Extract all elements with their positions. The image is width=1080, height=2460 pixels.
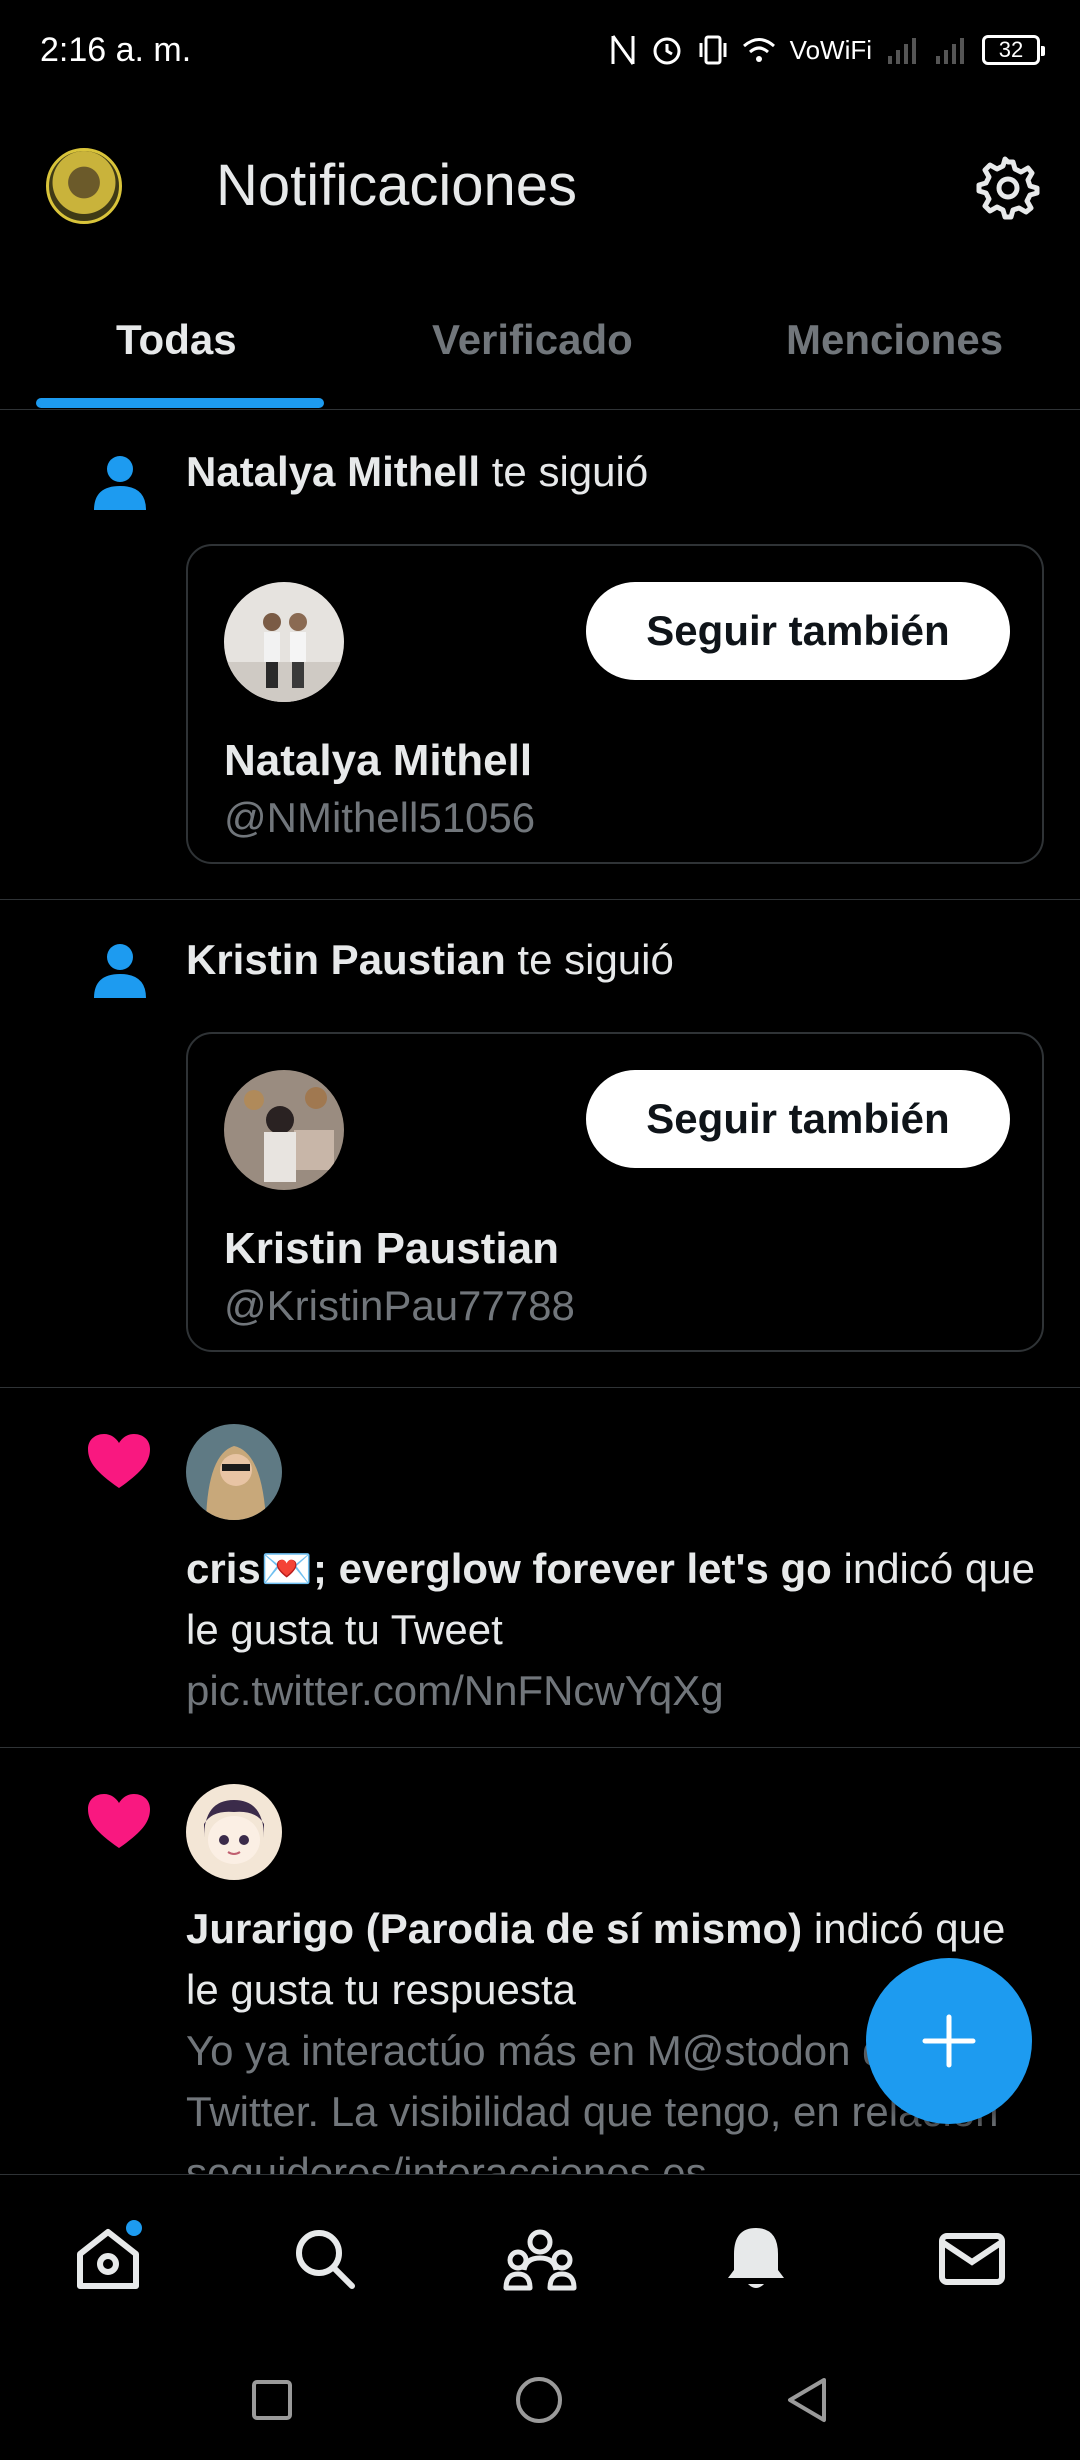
person-icon <box>92 942 148 1000</box>
tab-menciones[interactable]: Menciones <box>786 316 1003 364</box>
system-nav <box>0 2340 1080 2460</box>
compose-button[interactable] <box>866 1958 1032 2124</box>
notification-text: Natalya Mithell te siguió <box>186 448 648 496</box>
notification-item[interactable]: Kristin Paustian te siguió Seguir tambié… <box>0 900 1080 1388</box>
back-icon[interactable] <box>784 2375 830 2425</box>
user-name: Kristin Paustian <box>224 1224 559 1273</box>
notification-text: cris💌; everglow forever let's go indicó … <box>186 1538 1036 1721</box>
signal-icon <box>886 36 920 64</box>
nav-home[interactable] <box>58 2208 158 2308</box>
battery-icon: 32 <box>982 35 1045 65</box>
heart-icon <box>86 1792 152 1850</box>
unread-dot <box>126 2219 142 2236</box>
status-time: 2:16 a. m. <box>40 30 192 69</box>
home-circle-icon[interactable] <box>514 2375 564 2425</box>
user-handle: @NMithell51056 <box>224 794 536 841</box>
bell-icon <box>728 2227 784 2288</box>
nav-notifications[interactable] <box>706 2208 806 2308</box>
search-icon <box>296 2229 355 2289</box>
user-handle: @KristinPau77788 <box>224 1282 575 1329</box>
notification-text: Kristin Paustian te siguió <box>186 936 674 984</box>
notification-action: te siguió <box>505 936 674 983</box>
avatar[interactable] <box>224 1070 344 1190</box>
avatar[interactable] <box>186 1784 282 1880</box>
actor-name[interactable]: Natalya Mithell <box>186 448 480 495</box>
status-bar: 2:16 a. m. VoWiFi 32 <box>0 0 1080 100</box>
user-card[interactable]: Seguir también Natalya Mithell @NMithell… <box>186 544 1044 864</box>
active-tab-indicator <box>36 398 324 408</box>
tab-todas[interactable]: Todas <box>116 316 237 364</box>
notification-item[interactable]: cris💌; everglow forever let's go indicó … <box>0 1388 1080 1748</box>
notifications-screen: 2:16 a. m. VoWiFi 32 Notificaciones Toda… <box>0 0 1080 2460</box>
nav-search[interactable] <box>274 2208 374 2308</box>
user-name: Natalya Mithell <box>224 736 533 785</box>
network-label: VoWiFi <box>789 34 872 65</box>
follow-back-button[interactable]: Seguir también <box>586 1070 1010 1168</box>
signal-icon <box>934 36 968 64</box>
recent-apps-icon[interactable] <box>250 2378 294 2422</box>
heart-icon <box>86 1432 152 1490</box>
plus-icon <box>922 2014 976 2068</box>
actor-name[interactable]: Jurarigo (Parodia de sí mismo) <box>186 1905 802 1952</box>
tweet-preview[interactable]: pic.twitter.com/NnFNcwYqXg <box>186 1660 1036 1721</box>
notification-action: te siguió <box>480 448 649 495</box>
person-icon <box>92 454 148 512</box>
gear-icon[interactable] <box>970 150 1046 226</box>
follow-back-button[interactable]: Seguir también <box>586 582 1010 680</box>
actor-name[interactable]: Kristin Paustian <box>186 936 506 983</box>
communities-icon <box>503 2229 577 2290</box>
nfc-icon <box>610 34 636 66</box>
wifi-icon <box>742 36 776 64</box>
notification-item[interactable]: Natalya Mithell te siguió Seguir también… <box>0 412 1080 900</box>
app-header: Notificaciones <box>0 120 1080 250</box>
notifications-feed: Natalya Mithell te siguió Seguir también… <box>0 412 1080 2174</box>
notification-tabs: Todas Verificado Menciones <box>0 290 1080 410</box>
tab-verificado[interactable]: Verificado <box>432 316 633 364</box>
mail-icon <box>939 2232 1005 2285</box>
actor-name[interactable]: cris💌; everglow forever let's go <box>186 1545 832 1592</box>
nav-messages[interactable] <box>922 2208 1022 2308</box>
user-card[interactable]: Seguir también Kristin Paustian @Kristin… <box>186 1032 1044 1352</box>
avatar[interactable] <box>186 1424 282 1520</box>
page-title: Notificaciones <box>216 153 578 218</box>
nav-communities[interactable] <box>490 2208 590 2308</box>
status-icons: VoWiFi 32 <box>610 33 1045 67</box>
avatar[interactable] <box>224 582 344 702</box>
bottom-nav <box>0 2174 1080 2340</box>
profile-avatar[interactable] <box>46 148 122 224</box>
alarm-icon <box>650 33 684 67</box>
vibrate-icon <box>698 34 728 66</box>
